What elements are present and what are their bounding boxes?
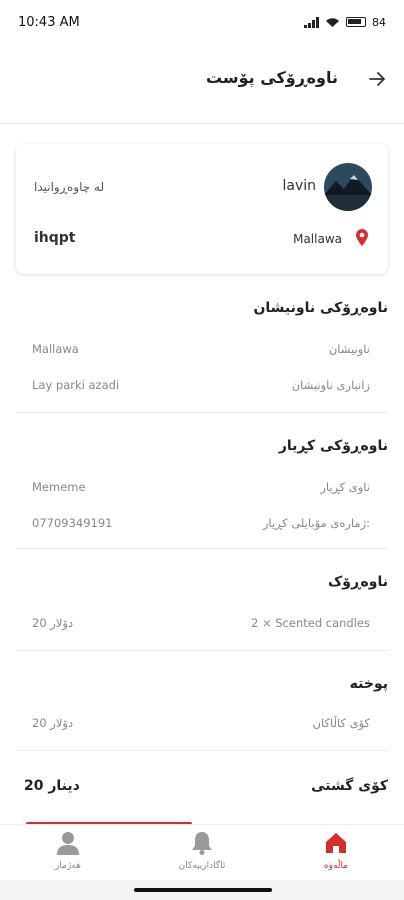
nav-account-label: هەژمار <box>55 861 81 871</box>
address-detail-value: Lay parki azadi <box>32 378 120 392</box>
person-icon <box>57 832 79 855</box>
customer-section-title: ناوەڕۆکی کڕیار <box>278 438 388 454</box>
customer-phone-value: 07709349191 <box>32 516 113 530</box>
total-value: 20 دینار <box>24 778 80 794</box>
status-time: 10:43 AM <box>18 14 80 30</box>
address-detail-row: زانیاری ناونیشان Lay parki azadi <box>16 378 388 398</box>
page-title: ناوەڕۆکی پۆست <box>205 68 338 87</box>
bell-icon <box>192 832 212 855</box>
divider <box>16 750 388 751</box>
subtotal-row: کۆی کاڵاکان 20 دۆلار <box>16 716 388 736</box>
customer-name-label: ناوی کڕیار <box>320 480 370 494</box>
customer-phone-label: ژمارەی مۆبایلی کڕیار: <box>262 516 370 530</box>
item-row: 2 × Scented candles 20 دۆلار <box>16 616 388 636</box>
back-button[interactable] <box>364 66 390 92</box>
address-detail-label: زانیاری ناونیشان <box>291 378 370 392</box>
customer-name-row: ناوی کڕیار Mememe <box>16 480 388 500</box>
subtotal-value: 20 دۆلار <box>32 716 74 730</box>
summary-section-title: پوختە <box>349 676 388 692</box>
home-icon <box>326 833 346 853</box>
customer-name: lavin <box>282 178 316 194</box>
app-header: ناوەڕۆکی پۆست <box>0 44 404 124</box>
bottom-nav: ماڵەوە ئاگادارییەکان هەژمار <box>0 824 404 880</box>
customer-name-value: Mememe <box>32 480 86 494</box>
signal-icon <box>304 16 319 28</box>
customer-phone-row: ژمارەی مۆبایلی کڕیار: 07709349191 <box>16 516 388 536</box>
location-pin-icon <box>356 229 368 246</box>
battery-level: 84 <box>372 15 386 29</box>
order-card: lavin لە چاوەڕوانیدا ihqpt Mallawa <box>16 144 388 274</box>
divider <box>16 412 388 413</box>
subtotal-label: کۆی کاڵاکان <box>312 716 370 730</box>
location-text: Mallawa <box>293 232 342 246</box>
divider <box>16 650 388 651</box>
divider <box>16 548 388 549</box>
item-price: 20 دۆلار <box>32 616 74 630</box>
wifi-icon <box>326 17 339 27</box>
address-section-title: ناوەڕۆکی ناونیشان <box>253 300 388 316</box>
nav-home[interactable]: ماڵەوە <box>276 829 396 871</box>
nav-account[interactable]: هەژمار <box>8 829 128 871</box>
battery-icon <box>346 17 366 27</box>
items-section-title: ناوەڕۆک <box>327 574 388 590</box>
scroll-content[interactable]: lavin لە چاوەڕوانیدا ihqpt Mallawa ناوەڕ… <box>0 124 404 824</box>
address-row: ناونیشان Mallawa <box>16 342 388 362</box>
home-indicator <box>134 888 272 892</box>
avatar <box>324 163 372 211</box>
address-label: ناونیشان <box>328 342 370 356</box>
nav-notifications-label: ئاگادارییەکان <box>178 861 226 871</box>
order-code: ihqpt <box>34 230 76 246</box>
address-value: Mallawa <box>32 342 79 356</box>
total-label: کۆی گشتی <box>311 778 388 794</box>
item-name: 2 × Scented candles <box>250 616 370 630</box>
status-bar: 10:43 AM 84 <box>0 0 404 44</box>
nav-notifications[interactable]: ئاگادارییەکان <box>142 829 262 871</box>
status-label: لە چاوەڕوانیدا <box>34 180 105 194</box>
arrow-right-icon <box>369 72 385 86</box>
nav-home-label: ماڵەوە <box>323 861 349 871</box>
